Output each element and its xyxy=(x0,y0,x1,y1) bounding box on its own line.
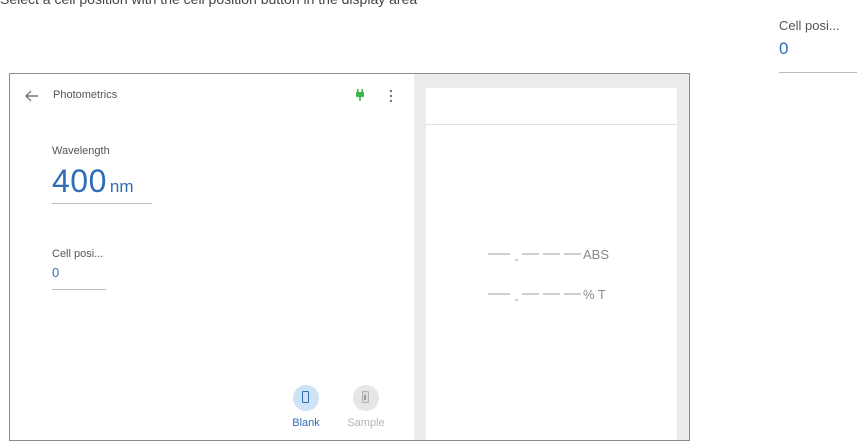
wavelength-unit: nm xyxy=(109,177,134,196)
app-bar: Photometrics xyxy=(10,74,414,118)
page-title: Photometrics xyxy=(53,89,118,101)
callout-label: Cell posi... xyxy=(779,18,840,33)
display-header-divider xyxy=(426,124,677,125)
abs-unit: ABS xyxy=(583,247,610,262)
wavelength-label: Wavelength xyxy=(52,145,110,157)
transmittance-unit: % T xyxy=(583,287,606,302)
abs-digit-placeholder xyxy=(564,253,581,255)
app-screenshot-frame: Photometrics Wavelength 400 nm Cell posi.… xyxy=(9,73,690,441)
cell-position-field[interactable]: 0 xyxy=(52,265,59,280)
cell-position-label: Cell posi... xyxy=(52,248,104,260)
abs-readout: ABS xyxy=(488,245,648,265)
cuvette-icon xyxy=(302,391,309,403)
blank-label: Blank xyxy=(292,417,320,429)
abs-digit-placeholder xyxy=(488,253,510,255)
cell-position-callout: Cell posi... 0 xyxy=(779,18,857,78)
cuvette-filled-icon xyxy=(362,391,369,403)
t-digit-placeholder xyxy=(543,293,560,295)
wavelength-underline xyxy=(52,203,152,204)
callout-underline xyxy=(779,72,857,73)
t-digit-placeholder xyxy=(564,293,581,295)
sample-label: Sample xyxy=(347,417,385,429)
abs-digit-placeholder xyxy=(543,253,560,255)
document-text-clipped: Select a cell position with the cell pos… xyxy=(0,0,760,11)
wavelength-field[interactable]: 400 nm xyxy=(52,163,134,200)
transmittance-readout: % T xyxy=(488,285,648,305)
back-arrow-icon[interactable] xyxy=(24,88,40,104)
callout-value: 0 xyxy=(779,39,789,58)
settings-panel: Photometrics Wavelength 400 nm Cell posi.… xyxy=(10,74,414,440)
t-digit-placeholder xyxy=(488,293,510,295)
cell-position-underline xyxy=(52,289,106,290)
t-decimal-point xyxy=(515,299,518,301)
abs-digit-placeholder xyxy=(522,253,539,255)
more-vert-icon[interactable] xyxy=(388,88,394,104)
measurement-display: ABS % T xyxy=(426,88,677,440)
sample-button[interactable]: Sample xyxy=(341,385,391,440)
blank-button[interactable]: Blank xyxy=(281,385,331,440)
abs-decimal-point xyxy=(515,259,518,261)
wavelength-value[interactable]: 400 xyxy=(52,163,107,199)
plug-icon[interactable] xyxy=(354,88,366,102)
t-digit-placeholder xyxy=(522,293,539,295)
